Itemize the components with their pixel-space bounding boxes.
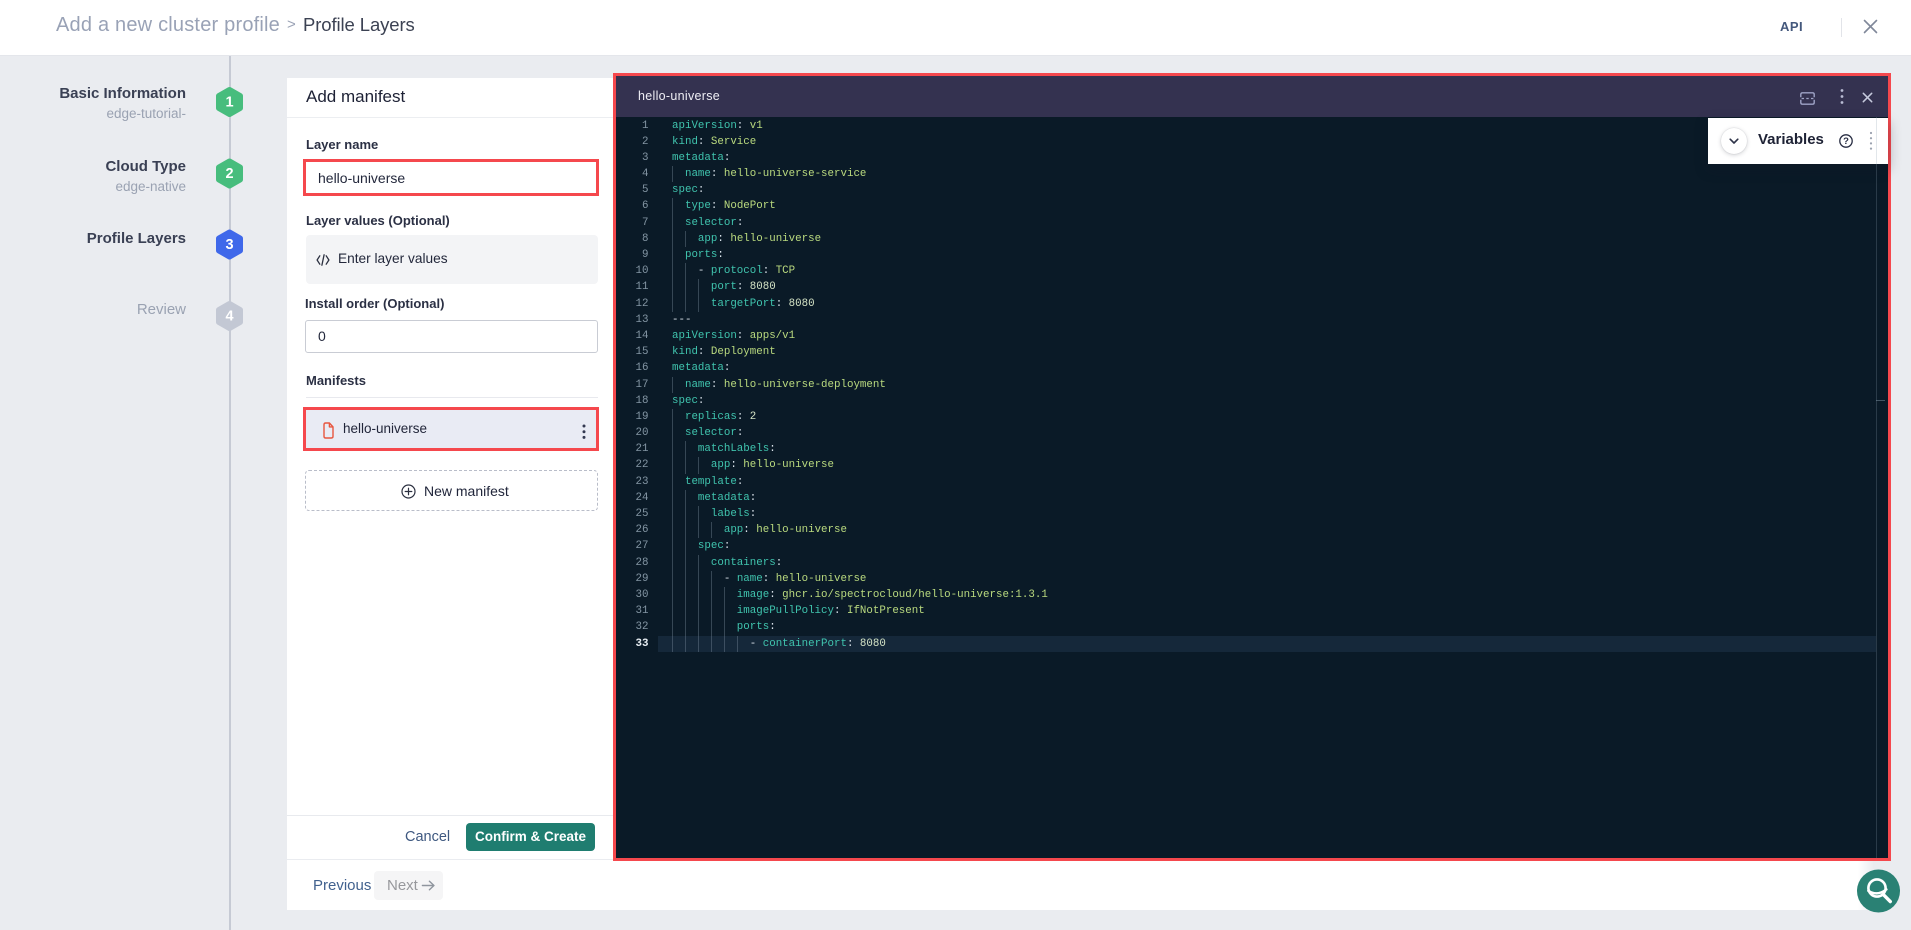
svg-text:?: ? [1843,136,1849,147]
